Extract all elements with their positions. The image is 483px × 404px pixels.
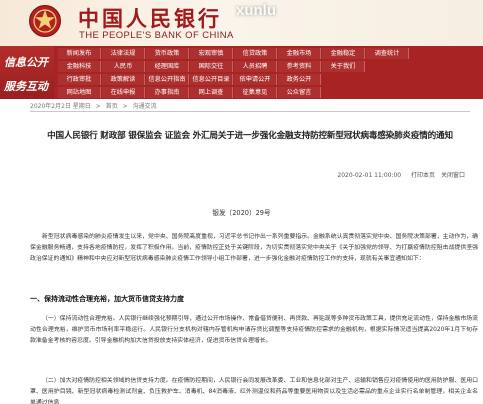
- nav-item-recruitment[interactable]: 人员招聘: [234, 61, 277, 72]
- nav-item-reference[interactable]: 参考资料: [278, 61, 321, 72]
- nav-item-laws[interactable]: 法律法规: [102, 48, 145, 59]
- nav-item-macroprudential[interactable]: 宏观审慎: [190, 48, 233, 59]
- breadcrumb-communication-link[interactable]: 沟通交流: [133, 103, 157, 110]
- nav-item-gov-affairs[interactable]: 政务公开: [278, 74, 321, 85]
- article-intro-paragraph: 新型冠状病毒感染的肺炎疫情发生以来，党中央、国务院高度重视，习近平总书记作出一系…: [30, 234, 478, 262]
- nav-item-treasury[interactable]: 经理国库: [146, 61, 189, 72]
- service-interaction-label[interactable]: 服务互动: [4, 78, 48, 94]
- article-meta: 2020-02-01 11:00:00 打印本页 关闭窗口: [337, 170, 467, 179]
- nav-item-credit-policy[interactable]: 信贷政策: [234, 48, 277, 59]
- nav-item-financial-markets[interactable]: 金融市场: [278, 48, 321, 59]
- watermark-text: xunlu: [236, 2, 276, 19]
- nav-item-site-map[interactable]: 网站地图: [58, 87, 101, 98]
- article-paragraph: （一）保持流动性合理充裕。人民银行继续强化预期引导，通过公开市场操作、常备借贷便…: [30, 316, 478, 344]
- nav-item-service-guide[interactable]: 办事指南: [146, 87, 189, 98]
- nav-item-fintech[interactable]: 金融科技: [58, 61, 101, 72]
- breadcrumb-date: 2020年2月2日 星期日: [30, 103, 91, 110]
- bank-name-en: THE PEOPLE'S BANK OF CHINA: [79, 30, 234, 41]
- nav-item-monetary-policy[interactable]: 货币政策: [146, 48, 189, 59]
- article-title: 中国人民银行 财政部 银保监会 证监会 外汇局关于进一步强化金融支持防控新型冠状…: [47, 131, 453, 141]
- nav-item-disclosure-catalog[interactable]: 信息公开目录: [190, 74, 233, 85]
- nav-item-online-survey[interactable]: 网上调查: [190, 87, 233, 98]
- nav-item-about[interactable]: 关于我们: [322, 61, 365, 72]
- main-navigation: 信息公开 服务互动 新闻发布 法律法规 货币政策 宏观审慎 信贷政策 金融市场 …: [0, 46, 483, 99]
- bank-name-cn[interactable]: 中国人民银行: [78, 3, 222, 33]
- close-window-button[interactable]: 关闭窗口: [439, 170, 467, 179]
- site-header: 中国人民银行 THE PEOPLE'S BANK OF CHINA xunlu: [0, 0, 483, 48]
- nav-side-panel: 信息公开 服务互动: [0, 46, 54, 99]
- page: 中国人民银行 THE PEOPLE'S BANK OF CHINA xunlu …: [0, 0, 483, 404]
- info-disclosure-label[interactable]: 信息公开: [4, 54, 48, 70]
- breadcrumb-separator: >: [122, 103, 128, 110]
- nav-item-international[interactable]: 国际交往: [190, 61, 233, 72]
- nav-item-statistics[interactable]: 调查统计: [366, 48, 409, 59]
- breadcrumb-home-link[interactable]: 首页: [106, 103, 118, 110]
- pboc-emblem-icon[interactable]: [28, 4, 62, 38]
- nav-item-news[interactable]: 新闻发布: [58, 48, 101, 59]
- breadcrumb: 2020年2月2日 星期日 > 首页 > 沟通交流: [30, 101, 157, 110]
- section-heading: 一、保持流动性合理充裕，加大货币信贷支持力度: [30, 294, 184, 303]
- print-button[interactable]: 打印本页: [409, 170, 437, 179]
- nav-item-admin-approval[interactable]: 行政审批: [58, 74, 101, 85]
- breadcrumb-separator: >: [95, 103, 101, 110]
- nav-item-disclosure-guide[interactable]: 信息公开指南: [146, 74, 189, 85]
- nav-item-financial-stability[interactable]: 金融稳定: [322, 48, 365, 59]
- content-divider: [30, 111, 470, 112]
- nav-item-online-filing[interactable]: 在线申报: [102, 87, 145, 98]
- nav-item-public-message[interactable]: 公众留言: [278, 87, 321, 98]
- nav-item-rmb[interactable]: 人民币: [102, 61, 145, 72]
- article-date: 2020-02-01 11:00:00: [337, 172, 402, 179]
- document-number: 银发〔2020〕29号: [212, 209, 271, 217]
- nav-item-on-request-disclosure[interactable]: 依申请公开: [234, 74, 277, 85]
- article-paragraph: （二）加大对疫情防控相关领域的信贷支持力度。在疫情防控期间，人民银行会同发展改革…: [30, 378, 478, 404]
- nav-item-policy-interpretation[interactable]: 政策解读: [102, 74, 145, 85]
- nav-item-solicit-opinions[interactable]: 征集意见: [234, 87, 277, 98]
